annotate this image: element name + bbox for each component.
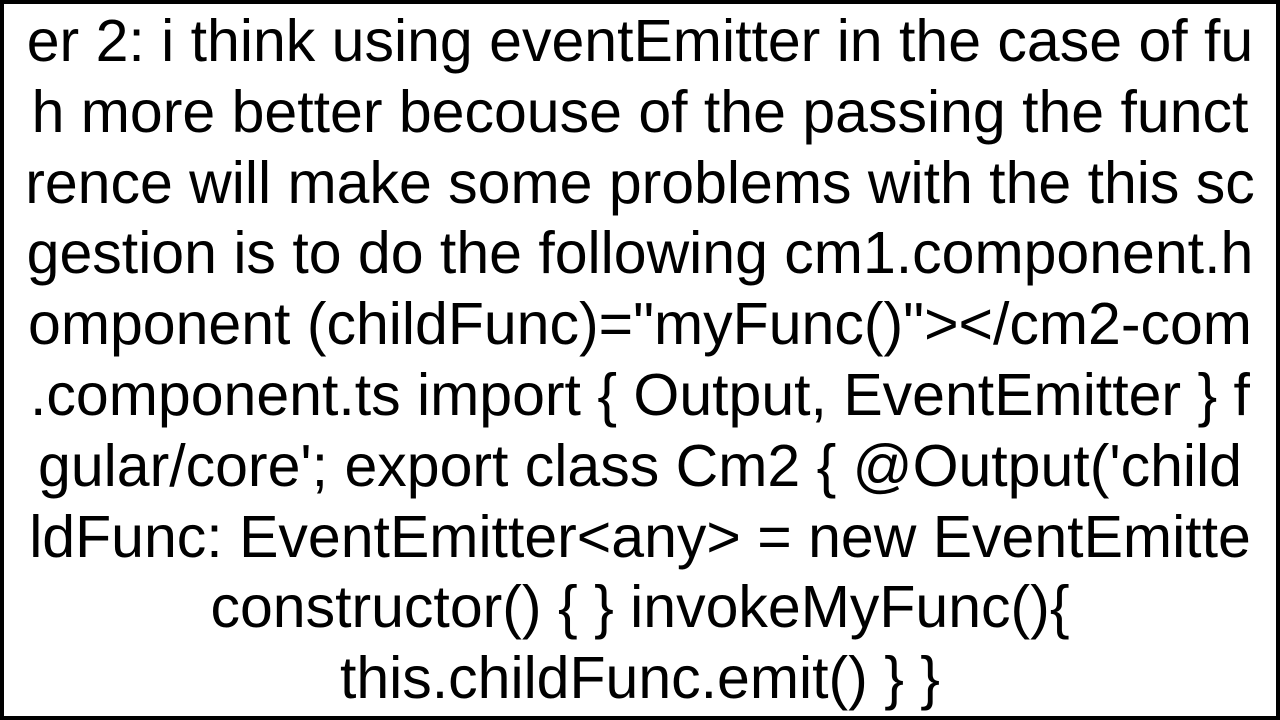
text-line: .component.ts import { Output, EventEmit…: [25, 360, 1255, 431]
text-line: ldFunc: EventEmitter<any> = new EventEmi…: [25, 502, 1255, 573]
text-line: rence will make some problems with the t…: [25, 148, 1255, 219]
text-line: gestion is to do the following cm1.compo…: [25, 218, 1255, 289]
text-line: gular/core'; export class Cm2 { @Output(…: [25, 431, 1255, 502]
document-frame: er 2: i think using eventEmitter in the …: [0, 0, 1280, 720]
text-line: this.childFunc.emit() } }: [25, 643, 1255, 714]
document-text-block: er 2: i think using eventEmitter in the …: [25, 6, 1255, 714]
text-line: h more better becouse of the passing the…: [25, 77, 1255, 148]
text-line: omponent (childFunc)="myFunc()"></cm2-co…: [25, 289, 1255, 360]
text-line: constructor() { } invokeMyFunc(){: [25, 572, 1255, 643]
text-line: er 2: i think using eventEmitter in the …: [25, 6, 1255, 77]
